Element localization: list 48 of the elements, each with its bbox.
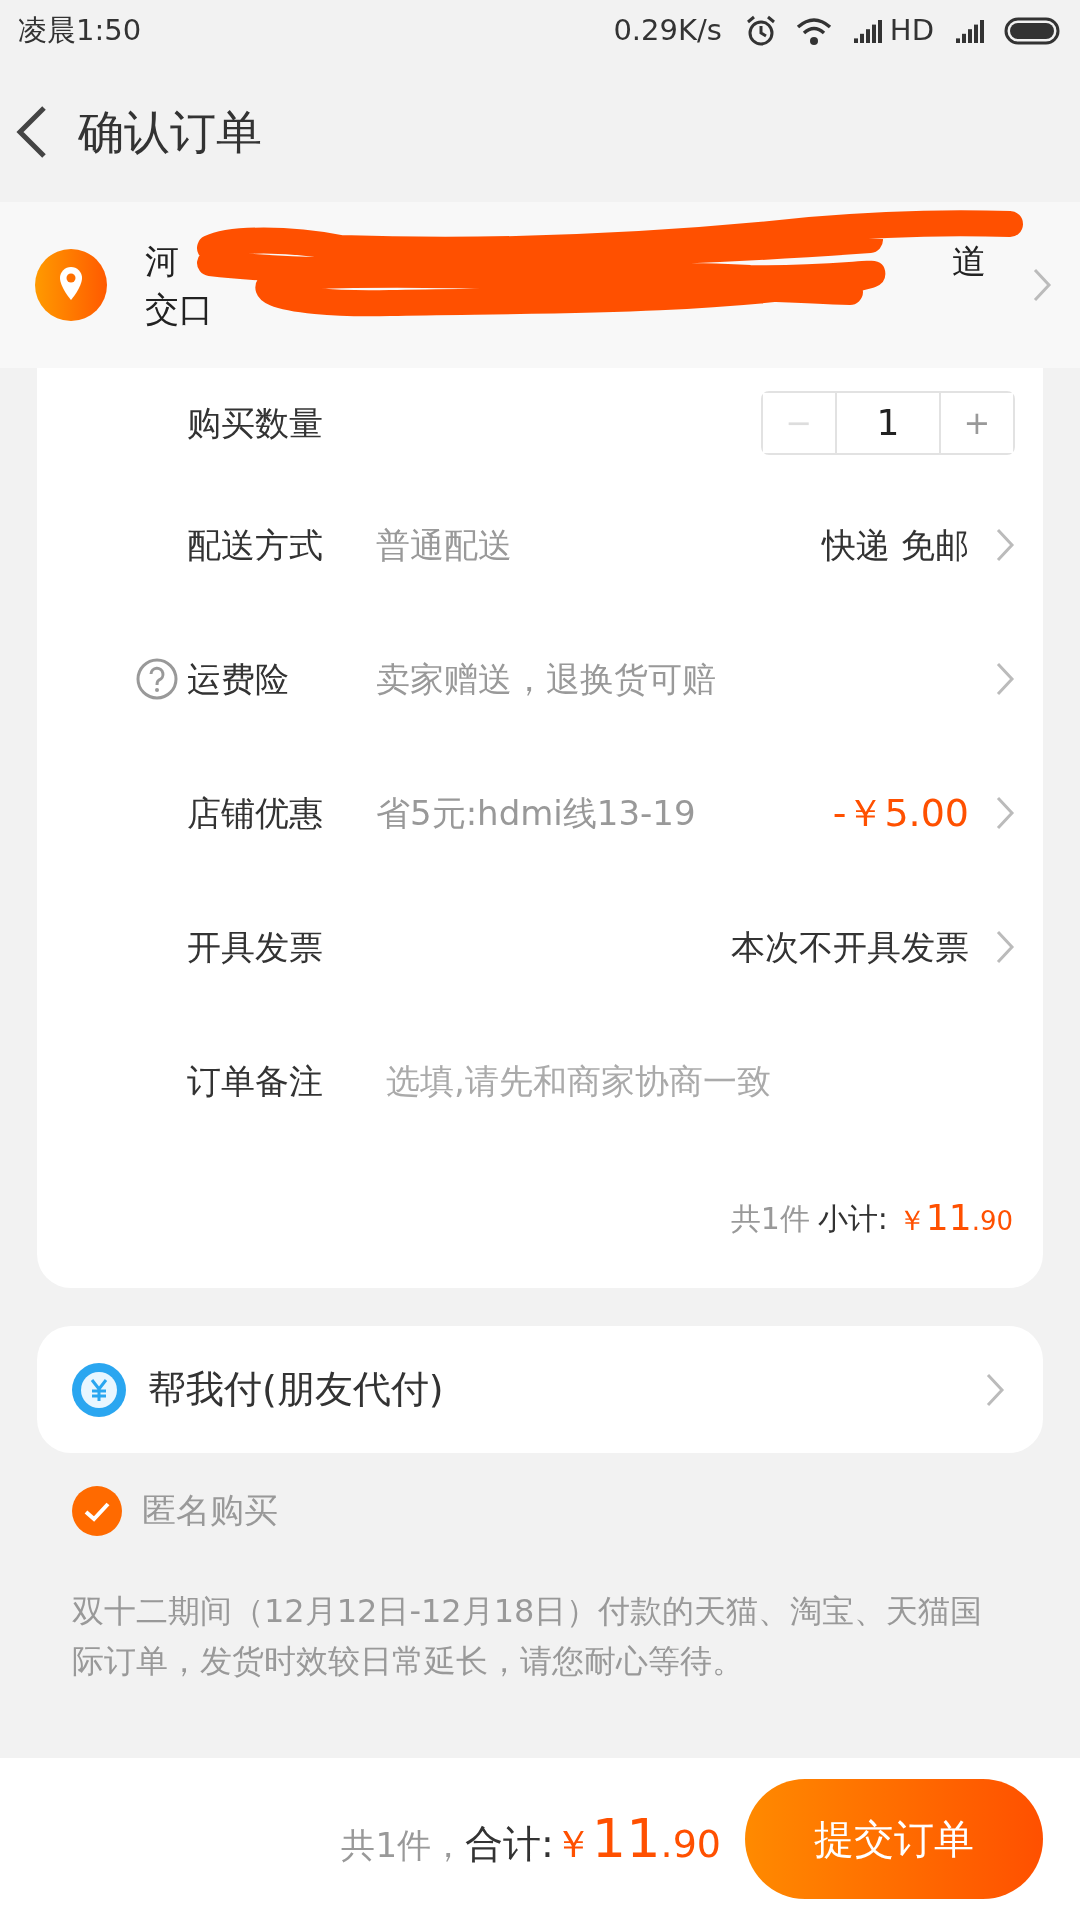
option-row[interactable]: 店铺优惠 省5元:hdmi线13-19 -￥5.00 (37, 746, 1043, 880)
row-value: 本次不开具发票 (731, 925, 969, 969)
row-label: 开具发票 (187, 925, 324, 969)
address-text: 交口 (145, 288, 213, 331)
signal-icon (956, 19, 986, 43)
chevron-right-icon (1032, 267, 1052, 303)
row-label: 购买数量 (187, 401, 324, 445)
address-text: 河 (145, 240, 179, 283)
network-speed: 0.29K/s (613, 12, 722, 50)
chevron-right-icon (995, 929, 1015, 965)
location-pin-icon (35, 249, 107, 321)
item-count: 共1件， (341, 1825, 466, 1865)
row-label: 订单备注 (187, 1059, 324, 1103)
row-detail: 省5元:hdmi线13-19 (376, 791, 696, 835)
checkbox[interactable] (72, 1485, 122, 1536)
address-bar[interactable]: 河 道 交口 (0, 202, 1080, 368)
chevron-right-icon (995, 795, 1015, 831)
total-price: ￥11.90 (553, 1806, 721, 1872)
row-label: 配送方式 (187, 523, 324, 567)
option-row[interactable]: 配送方式 普通配送 快递 免邮 (37, 478, 1043, 612)
page-title: 确认订单 (78, 103, 262, 161)
wifi-icon (795, 16, 832, 46)
network-type: HD (889, 12, 934, 50)
row-value: 快递 免邮 (822, 523, 969, 567)
chevron-right-icon (995, 661, 1015, 697)
chevron-right-icon (995, 527, 1015, 563)
row-value: -￥5.00 (832, 789, 969, 837)
row-label: 店铺优惠 (187, 791, 324, 835)
row-detail: 卖家赠送，退换货可赔 (376, 657, 716, 701)
row-detail: 普通配送 (376, 523, 512, 567)
chevron-right-icon (985, 1371, 1005, 1408)
battery-icon (1004, 17, 1062, 45)
option-row[interactable]: 运费险 卖家赠送，退换货可赔 (37, 612, 1043, 746)
total-label: 合计: (465, 1822, 554, 1866)
remark-input[interactable]: 选填,请先和商家协商一致 (384, 1054, 1015, 1108)
item-count: 共1件 (730, 1199, 810, 1238)
subtotal-label: 小计: (817, 1199, 888, 1238)
notice-text: 双十二期间（12月12日-12月18日）付款的天猫、淘宝、天猫国际订单，发货时效较日常延长，请您耐心等待。 (71, 1591, 984, 1682)
address-text: 道 (952, 240, 986, 283)
anonymous-label: 匿名购买 (142, 1489, 278, 1532)
status-time: 凌晨1:50 (18, 12, 142, 50)
option-row[interactable]: 开具发票 本次不开具发票 (37, 880, 1043, 1014)
back-icon[interactable] (14, 104, 48, 160)
subtotal-price: ￥11.90 (897, 1196, 1013, 1240)
signal-icon (853, 19, 884, 43)
row-label: 运费险 (187, 657, 290, 701)
friend-pay-row[interactable]: 帮我付(朋友代付) (37, 1326, 1043, 1453)
yuan-coin-icon (72, 1362, 126, 1417)
